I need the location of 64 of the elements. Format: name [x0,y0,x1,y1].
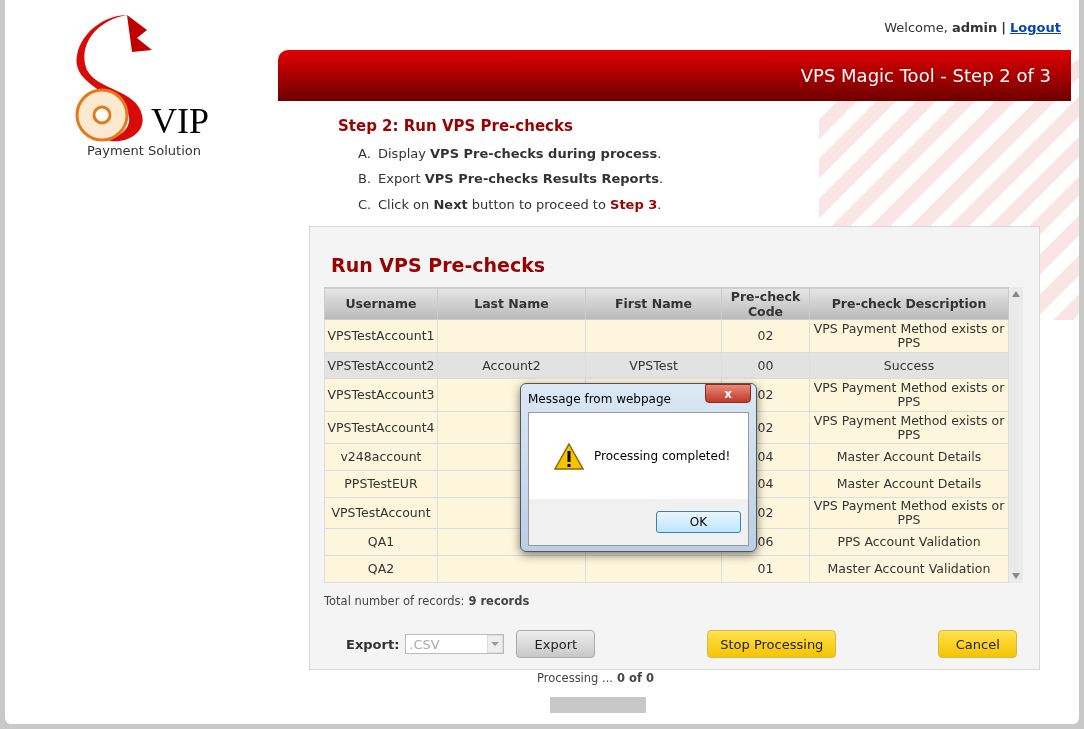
export-button[interactable]: Export [516,630,596,659]
dialog-message: Processing completed! [594,448,731,465]
ok-button[interactable]: OK [656,511,741,533]
processing-count: 0 of 0 [617,670,654,687]
username-cell: QA1 [367,533,395,549]
code-cell: 04 [757,475,774,491]
username-cell: VPSTestAccount2 [327,357,435,373]
description-cell: VPS Payment Method exists or PPS [813,321,1005,351]
description-cell: Master Account Details [836,475,982,491]
username-cell: v248account [340,448,422,464]
description-cell: Master Account Validation [827,560,991,576]
username-cell: VPSTestAccount4 [327,419,435,435]
column-header: Last Name [437,287,586,320]
column-header: Username [324,287,438,320]
column-header: Pre-check Description [809,287,1009,320]
username-cell: VPSTestAccount3 [327,387,435,403]
last-name-cell: Account2 [482,357,541,373]
code-cell: 02 [757,419,774,435]
code-cell: 01 [757,560,774,576]
dialog-title: Message from webpage [528,391,671,408]
description-cell: VPS Payment Method exists or PPS [813,497,1005,527]
panel-title: Run VPS Pre-checks [330,253,547,278]
list-marker: B. [358,170,372,188]
column-header: First Name [585,287,722,320]
username-cell: QA2 [367,560,395,576]
step-title: Step 2: Run VPS Pre-checks [338,116,574,137]
first-name-cell: VPSTest [629,357,678,373]
processing-label: Processing ... [537,670,614,687]
stop-processing-button[interactable]: Stop Processing [707,630,837,659]
column-header: Pre-check Code [721,287,810,320]
welcome-text: Welcome, admin [884,19,998,38]
close-button[interactable]: x [705,384,751,403]
code-cell: 02 [757,387,774,403]
instruction-text: Click on Next button to proceed to Step 3. [378,195,662,214]
total-value: 9 records [468,593,530,610]
description-cell: VPS Payment Method exists or PPS [813,412,1005,442]
logo-tagline: Payment Solution [87,142,202,160]
code-cell: 02 [757,328,774,344]
scroll-down-icon[interactable] [1012,573,1020,579]
username-cell: VPSTestAccount1 [327,328,435,344]
separator-text: | [1001,19,1007,38]
scroll-up-icon[interactable] [1012,291,1020,297]
code-cell: 02 [757,504,774,520]
instruction-text: Export VPS Pre-checks Results Reports. [378,170,664,188]
username-cell: PPSTestEUR [344,475,418,491]
cancel-button[interactable]: Cancel [938,630,1018,659]
code-cell: 00 [757,357,774,373]
logout-link[interactable]: Logout [1010,18,1061,38]
list-marker: A. [358,144,372,163]
total-label: Total number of records: [324,593,465,610]
code-cell: 04 [757,448,774,464]
description-cell: PPS Account Validation [837,533,981,549]
export-label: Export: [346,635,400,654]
code-cell: 06 [757,533,774,549]
logo-brand: VIP [151,103,209,139]
username-cell: VPSTestAccount [331,504,431,520]
title-banner: VPS Magic Tool - Step 2 of 3 [278,50,1071,101]
description-cell: Master Account Details [836,448,982,464]
description-cell: VPS Payment Method exists or PPS [813,380,1005,410]
instruction-text: Display VPS Pre-checks during process. [378,144,662,163]
scrollbar[interactable] [1009,287,1023,583]
warning-icon [554,442,584,470]
list-marker: C. [358,195,372,214]
description-cell: Success [883,357,935,373]
